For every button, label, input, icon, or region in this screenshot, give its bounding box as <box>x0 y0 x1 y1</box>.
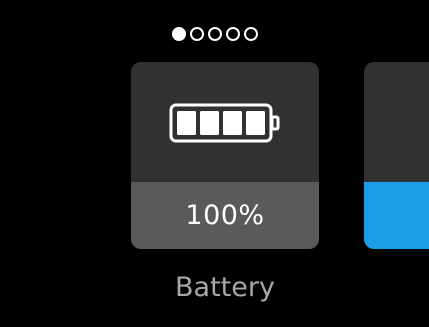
next-card-peek[interactable] <box>364 62 429 249</box>
watch-screen: 100% Battery <box>0 0 429 327</box>
page-dot-2 <box>190 27 204 41</box>
page-dot-4 <box>226 27 240 41</box>
page-dot-1-active <box>172 27 186 41</box>
next-card-accent-fill <box>364 182 429 249</box>
page-dot-3 <box>208 27 222 41</box>
page-dot-5 <box>244 27 258 41</box>
page-indicator <box>172 27 258 41</box>
card-title: Battery <box>175 272 275 303</box>
battery-full-icon <box>169 103 283 147</box>
battery-card-bottom: 100% <box>131 182 319 249</box>
battery-card[interactable]: 100% <box>131 62 319 249</box>
battery-card-top <box>131 62 319 182</box>
battery-percent: 100% <box>185 200 265 231</box>
